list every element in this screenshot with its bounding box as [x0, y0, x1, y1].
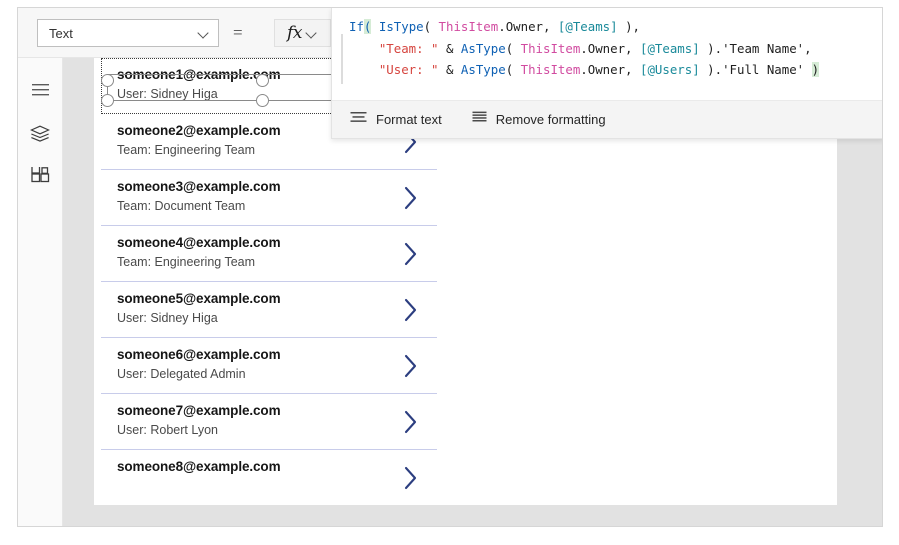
chevron-right-icon[interactable] — [403, 241, 419, 267]
format-text-icon — [350, 111, 367, 129]
gallery-item-title: someone4@example.com — [117, 235, 281, 250]
app-window: Text = fx someone1@example.com User: Sid… — [17, 7, 883, 527]
formula-bar-panel: If( IsType( ThisItem.Owner, [@Teams] ), … — [331, 8, 882, 139]
formula-token: [@Teams] — [639, 40, 700, 56]
screenshot-root: { "top_bar": { "property_select": { "val… — [0, 0, 899, 545]
equals-sign: = — [233, 23, 243, 42]
gallery-item[interactable]: someone4@example.com Team: Engineering Te… — [101, 226, 437, 282]
formula-token: [@Teams] — [557, 19, 618, 34]
formula-token: AsType — [460, 62, 506, 77]
formula-token: IsType — [378, 19, 424, 34]
chevron-right-icon[interactable] — [403, 353, 419, 379]
gallery-item-subtitle: User: Sidney Higa — [117, 87, 218, 101]
formula-code[interactable]: If( IsType( ThisItem.Owner, [@Teams] ), … — [349, 16, 820, 81]
chevron-right-icon[interactable] — [403, 297, 419, 323]
formula-token: ThisItem — [438, 19, 499, 34]
formula-token: If — [349, 19, 364, 34]
formula-line: "User: " & AsType( ThisItem.Owner, [@Use… — [349, 59, 820, 81]
gallery-item[interactable]: someone8@example.com — [101, 450, 437, 505]
gallery-item[interactable]: someone6@example.com User: Delegated Admi… — [101, 338, 437, 394]
formula-token — [349, 62, 379, 77]
gallery-item-subtitle: Team: Document Team — [117, 199, 246, 213]
gallery-item-title: someone2@example.com — [117, 123, 281, 138]
gallery-item-subtitle: User: Delegated Admin — [117, 367, 246, 381]
resize-handle[interactable] — [101, 74, 114, 87]
gallery-item-subtitle: Team: Engineering Team — [117, 255, 256, 269]
chevron-right-icon[interactable] — [403, 409, 419, 435]
formula-token: [@Users] — [639, 62, 700, 77]
formula-token: 'Team Name' — [722, 40, 805, 56]
gallery-item-title: someone6@example.com — [117, 347, 281, 362]
remove-formatting-button[interactable]: Remove formatting — [468, 106, 610, 134]
fx-label: fx — [287, 22, 302, 43]
gallery-item-subtitle: User: Robert Lyon — [117, 423, 218, 437]
formula-token — [349, 41, 379, 56]
gallery-item-title: someone7@example.com — [117, 403, 281, 418]
formula-token — [804, 62, 811, 77]
formula-token: ( — [423, 19, 439, 34]
formula-indent-guide — [341, 34, 343, 84]
formula-token: .Owner, — [580, 40, 640, 56]
formula-token: .Owner, — [498, 19, 558, 34]
formula-token: "User: " — [378, 62, 439, 77]
components-icon — [30, 164, 50, 191]
sidebar-item-menu[interactable] — [24, 76, 56, 108]
formula-token: ) — [811, 62, 820, 77]
formula-token: ), — [617, 19, 640, 34]
formula-token: , — [804, 40, 812, 56]
property-select[interactable]: Text — [37, 19, 219, 47]
fx-button[interactable]: fx — [274, 19, 331, 47]
formula-token: ( — [505, 40, 521, 56]
chevron-right-icon[interactable] — [403, 465, 419, 491]
formula-line: "Team: " & AsType( ThisItem.Owner, [@Tea… — [349, 38, 819, 60]
gallery-item-title: someone5@example.com — [117, 291, 281, 306]
sidebar-item-insert[interactable] — [24, 163, 56, 195]
formula-token: ThisItem — [520, 62, 581, 77]
remove-formatting-icon — [472, 111, 487, 129]
chevron-right-icon[interactable] — [403, 185, 419, 211]
format-text-label: Format text — [376, 112, 442, 127]
formula-token: ( — [505, 62, 521, 77]
gallery-item[interactable]: someone3@example.com Team: Document Team — [101, 170, 437, 226]
formula-token: 'Full Name' — [722, 62, 805, 77]
formula-token: "Team: " — [378, 40, 439, 56]
gallery-item-subtitle: User: Sidney Higa — [117, 311, 218, 325]
tree-view-icon — [29, 125, 51, 148]
formula-toolbar: Format text Remove formatting — [332, 100, 882, 138]
formula-token: ). — [699, 62, 723, 77]
hamburger-menu-icon — [31, 83, 50, 102]
sidebar-item-tree-view[interactable] — [24, 120, 56, 152]
resize-handle[interactable] — [101, 94, 114, 107]
gallery-item[interactable]: someone7@example.com User: Robert Lyon — [101, 394, 437, 450]
formula-token: & — [438, 62, 461, 77]
formula-editor[interactable]: If( IsType( ThisItem.Owner, [@Teams] ), … — [332, 8, 882, 101]
property-select-value: Text — [49, 25, 73, 41]
gallery-item-subtitle: Team: Engineering Team — [117, 143, 256, 157]
remove-formatting-label: Remove formatting — [495, 112, 606, 127]
gallery-item[interactable]: someone5@example.com User: Sidney Higa — [101, 282, 437, 338]
formula-token: ThisItem — [520, 40, 581, 56]
format-text-button[interactable]: Format text — [346, 106, 446, 134]
chevron-down-icon — [198, 27, 210, 39]
formula-token: & — [438, 40, 461, 56]
left-rail — [18, 58, 63, 526]
chevron-down-icon — [306, 27, 318, 39]
formula-token — [371, 19, 378, 34]
resize-handle[interactable] — [256, 94, 269, 107]
formula-token: .Owner, — [580, 62, 640, 77]
formula-token: ). — [699, 40, 723, 56]
gallery-item-title: someone3@example.com — [117, 179, 281, 194]
formula-line: If( IsType( ThisItem.Owner, [@Teams] ), — [349, 16, 819, 38]
formula-token: AsType — [460, 40, 506, 56]
gallery-item-title: someone8@example.com — [117, 459, 281, 474]
resize-handle[interactable] — [256, 74, 269, 87]
